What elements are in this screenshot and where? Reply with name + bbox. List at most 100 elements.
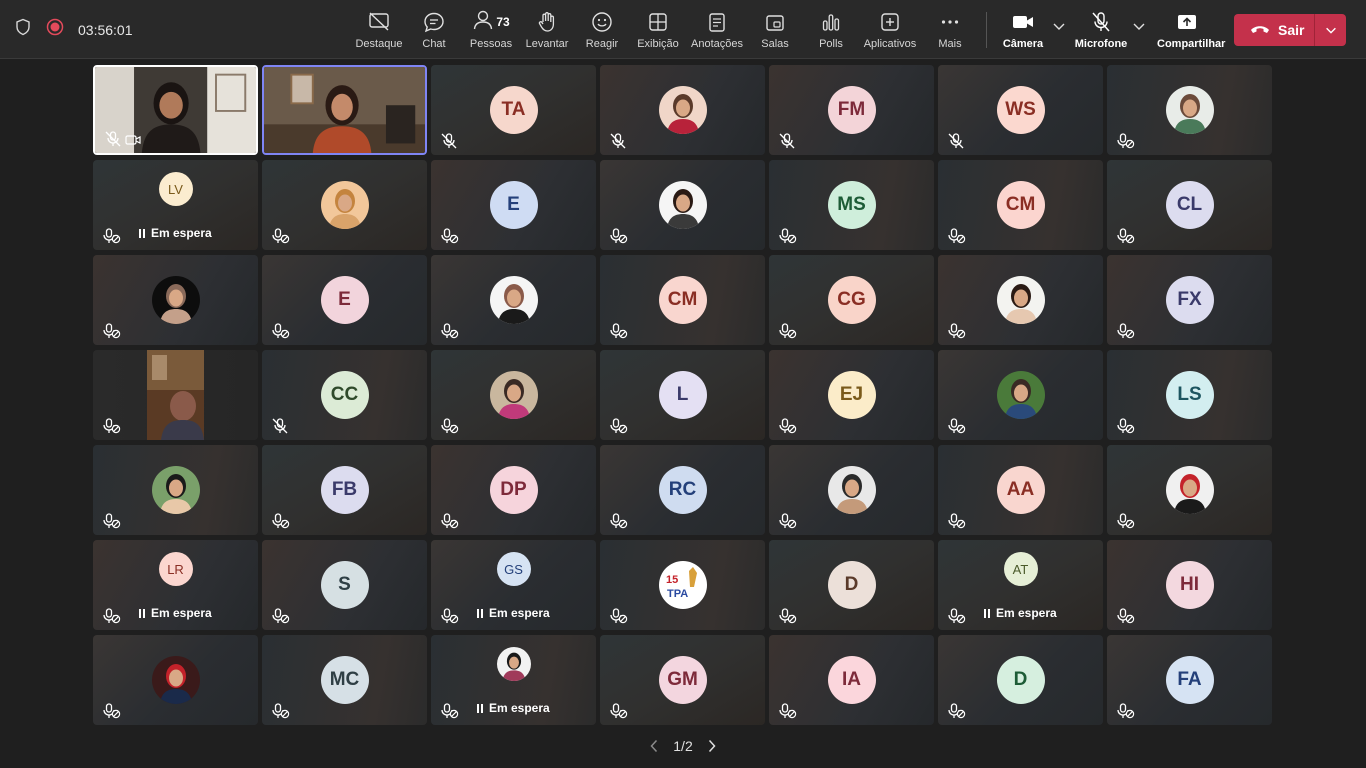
mic-blocked-icon [778, 228, 798, 244]
participant-photo [658, 86, 707, 134]
mic-blocked-icon [440, 513, 460, 529]
participant-tile[interactable]: AT Em espera [938, 540, 1103, 630]
participant-tile[interactable]: FX [1107, 255, 1272, 345]
participant-tile[interactable]: FA [1107, 635, 1272, 725]
participant-tile[interactable] [431, 350, 596, 440]
participant-tile[interactable]: TA [431, 65, 596, 155]
participant-tile[interactable]: GM [600, 635, 765, 725]
next-page-icon[interactable] [707, 739, 717, 753]
participant-tile[interactable] [600, 65, 765, 155]
participant-tile[interactable] [938, 350, 1103, 440]
participant-grid: TA FM WS LV Em espera E MS CM CL E CM CG FX CC L EJ LS FB… [93, 65, 1273, 727]
chat-button[interactable]: Chat [404, 10, 464, 50]
microphone-button[interactable]: Microfone [1071, 10, 1131, 50]
mic-blocked-icon [102, 228, 122, 244]
participant-tile[interactable]: D [769, 540, 934, 630]
participant-avatar-initials: D [996, 656, 1045, 704]
participant-tile[interactable]: CM [600, 255, 765, 345]
raise-hand-button[interactable]: Levantar [517, 10, 577, 50]
participant-tile[interactable]: Em espera [431, 635, 596, 725]
previous-page-icon[interactable] [649, 739, 659, 753]
participant-tile[interactable]: MC [262, 635, 427, 725]
mic-blocked-icon [440, 228, 460, 244]
participant-tile[interactable]: EJ [769, 350, 934, 440]
leave-button[interactable]: Sair [1234, 14, 1314, 46]
hang-up-icon [1250, 22, 1270, 38]
participant-tile[interactable]: RC [600, 445, 765, 535]
rooms-button[interactable]: Salas [745, 10, 805, 50]
participant-tile[interactable]: HI [1107, 540, 1272, 630]
people-button[interactable]: 73 Pessoas [461, 10, 521, 50]
self-video-tile[interactable] [93, 65, 258, 155]
participant-avatar-initials: EJ [827, 371, 876, 419]
participant-tile[interactable]: L [600, 350, 765, 440]
svg-text:TPA: TPA [667, 588, 688, 600]
apps-button[interactable]: Aplicativos [860, 10, 920, 50]
on-hold-label: Em espera [151, 606, 212, 620]
participant-tile[interactable]: FB [262, 445, 427, 535]
view-button[interactable]: Exibição [628, 10, 688, 50]
camera-button[interactable]: Câmera [993, 10, 1053, 50]
participant-tile[interactable] [93, 635, 258, 725]
participant-tile[interactable] [769, 445, 934, 535]
mic-blocked-icon [947, 703, 967, 719]
shield-icon [14, 18, 32, 41]
mic-off-icon [609, 133, 629, 149]
polls-button[interactable]: Polls [801, 10, 861, 50]
participant-tile[interactable]: MS [769, 160, 934, 250]
toolbar-divider [986, 12, 987, 48]
mic-blocked-icon [609, 513, 629, 529]
participant-tile[interactable] [93, 445, 258, 535]
mic-blocked-icon [440, 323, 460, 339]
share-button[interactable]: Compartilhar [1157, 10, 1225, 50]
participant-tile[interactable] [262, 160, 427, 250]
mic-blocked-icon [609, 608, 629, 624]
participant-tile[interactable] [938, 255, 1103, 345]
participant-tile[interactable]: LR Em espera [93, 540, 258, 630]
mic-options-chevron-icon[interactable] [1131, 18, 1147, 34]
participant-video-tile[interactable] [93, 350, 258, 440]
rooms-label: Salas [761, 38, 789, 50]
spotlight-button[interactable]: Destaque [349, 10, 409, 50]
on-hold-label: Em espera [489, 701, 550, 715]
participant-tile[interactable] [1107, 65, 1272, 155]
react-label: Reagir [585, 38, 619, 50]
on-hold-status: Em espera [984, 606, 1057, 620]
participant-tile[interactable]: LV Em espera [93, 160, 258, 250]
participant-tile[interactable]: 15 TPA [600, 540, 765, 630]
participant-avatar-initials: E [489, 181, 538, 229]
react-button[interactable]: Reagir [572, 10, 632, 50]
mic-blocked-icon [271, 323, 291, 339]
participant-tile[interactable]: CC [262, 350, 427, 440]
notes-button[interactable]: Anotações [687, 10, 747, 50]
participant-tile[interactable]: WS [938, 65, 1103, 155]
participant-tile[interactable]: DP [431, 445, 596, 535]
camera-options-chevron-icon[interactable] [1051, 18, 1067, 34]
participant-tile[interactable]: LS [1107, 350, 1272, 440]
participant-tile[interactable]: E [431, 160, 596, 250]
participant-tile[interactable]: FM [769, 65, 934, 155]
participant-tile[interactable]: IA [769, 635, 934, 725]
participant-tile[interactable]: CG [769, 255, 934, 345]
participant-tile[interactable]: AA [938, 445, 1103, 535]
participant-tile[interactable]: S [262, 540, 427, 630]
active-speaker-video-tile[interactable] [262, 65, 427, 155]
participant-avatar-initials: LV [158, 172, 193, 206]
participant-tile[interactable]: GS Em espera [431, 540, 596, 630]
participant-photo [489, 371, 538, 419]
mic-blocked-icon [778, 323, 798, 339]
participant-tile[interactable] [1107, 445, 1272, 535]
participant-tile[interactable] [431, 255, 596, 345]
participant-tile[interactable] [93, 255, 258, 345]
more-button[interactable]: Mais [920, 10, 980, 50]
participant-photo [1165, 466, 1214, 514]
participant-tile[interactable]: E [262, 255, 427, 345]
participant-tile[interactable]: CM [938, 160, 1103, 250]
leave-options-chevron-icon[interactable] [1315, 14, 1346, 46]
participant-tile[interactable]: CL [1107, 160, 1272, 250]
mic-off-icon [440, 133, 460, 149]
participant-tile[interactable] [600, 160, 765, 250]
participant-tile[interactable]: D [938, 635, 1103, 725]
participant-photo [320, 181, 369, 229]
mic-blocked-icon [778, 513, 798, 529]
